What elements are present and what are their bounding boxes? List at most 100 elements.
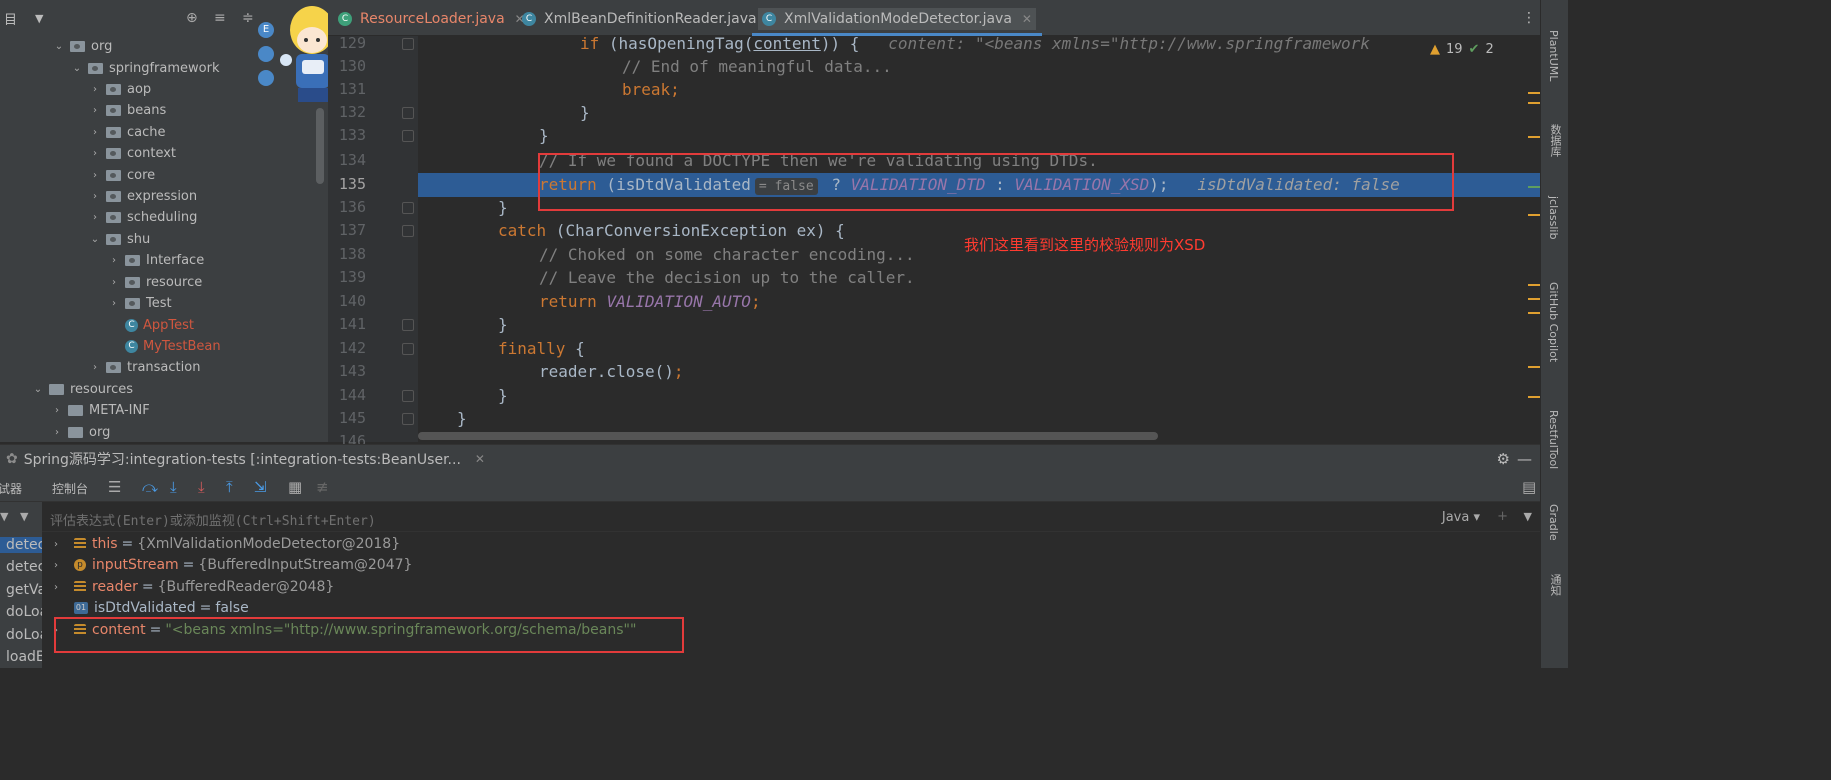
line-number[interactable]: 137	[326, 219, 366, 242]
language-select[interactable]: Java ▾	[1442, 510, 1480, 525]
chevron-right-icon[interactable]: ›	[107, 255, 121, 266]
plantuml-tool[interactable]: PlantUML	[1547, 30, 1560, 81]
chevron-right-icon[interactable]: ›	[88, 127, 102, 138]
fold-marker-icon[interactable]	[402, 130, 414, 142]
close-icon[interactable]: ✕	[1022, 12, 1032, 26]
tree-item-beans[interactable]: › beans	[88, 100, 166, 121]
database-tool[interactable]: 数据库	[1547, 124, 1563, 157]
line-number[interactable]: 129	[326, 32, 366, 55]
tab-console[interactable]: 控制台	[52, 480, 88, 497]
filter-icon[interactable]: ▼	[0, 510, 8, 523]
chevron-right-icon[interactable]: ›	[88, 191, 102, 202]
line-number[interactable]: 142	[326, 337, 366, 360]
restfultool-tool[interactable]: RestfulTool	[1547, 410, 1560, 469]
line-number[interactable]: 136	[326, 196, 366, 219]
fold-marker-icon[interactable]	[402, 390, 414, 402]
fold-marker-icon[interactable]	[402, 202, 414, 214]
chevron-right-icon[interactable]: ›	[107, 277, 121, 288]
fold-marker-icon[interactable]	[402, 319, 414, 331]
chevron-down-icon[interactable]: ▼	[20, 510, 28, 523]
more-menu-icon[interactable]: ⋮	[1522, 10, 1536, 26]
line-number[interactable]: 144	[326, 384, 366, 407]
line-number[interactable]: 141	[326, 313, 366, 336]
chevron-right-icon[interactable]: ›	[54, 582, 68, 593]
error-stripe[interactable]	[1528, 36, 1540, 442]
chevron-right-icon[interactable]: ›	[50, 405, 64, 416]
force-step-into-icon[interactable]: ⤓	[198, 478, 205, 496]
tree-item-resources[interactable]: ⌄ resources	[31, 379, 133, 400]
line-number[interactable]: 131	[326, 78, 366, 101]
chevron-right-icon[interactable]: ›	[88, 170, 102, 181]
tab-debugger[interactable]: 调试器	[0, 480, 22, 497]
tree-item-scheduling[interactable]: › scheduling	[88, 207, 197, 228]
line-number[interactable]: 133	[326, 124, 366, 147]
locate-icon[interactable]: ⊕	[186, 10, 198, 26]
fold-marker-icon[interactable]	[402, 38, 414, 50]
frame-item[interactable]: doLoa	[6, 627, 42, 643]
tree-item-cache[interactable]: › cache	[88, 122, 166, 143]
frame-item[interactable]: detec	[6, 559, 42, 575]
chevron-right-icon[interactable]: ›	[88, 84, 102, 95]
close-icon[interactable]: ✕	[475, 452, 485, 466]
tree-item-aop[interactable]: › aop	[88, 79, 151, 100]
frame-item[interactable]: doLoa	[6, 604, 42, 620]
tree-item-test[interactable]: › Test	[107, 293, 172, 314]
chevron-down-icon[interactable]: ▼	[1524, 510, 1532, 523]
frame-item[interactable]: loadB	[6, 649, 42, 665]
chevron-down-icon[interactable]: ⌄	[70, 63, 84, 74]
tree-item-shu[interactable]: ⌄ shu	[88, 229, 150, 250]
collapse-all-icon[interactable]: ≡	[214, 10, 226, 26]
frame-item[interactable]: detec	[0, 537, 42, 553]
tab-xmlvalidationmodedetector[interactable]: C XmlValidationModeDetector.java ✕	[752, 8, 1042, 36]
evaluate-input[interactable]: 评估表达式(Enter)或添加监视(Ctrl+Shift+Enter)	[50, 510, 376, 529]
chevron-right-icon[interactable]: ›	[54, 539, 68, 550]
chevron-down-icon[interactable]: ⌄	[52, 41, 66, 52]
fold-marker-icon[interactable]	[402, 413, 414, 425]
tab-xmlbeandefinitionreader[interactable]: CXmlBeanDefinitionReader.java✕	[522, 8, 777, 30]
chevron-down-icon[interactable]: ⌄	[88, 234, 102, 245]
tree-item-expression[interactable]: › expression	[88, 186, 197, 207]
tree-item-core[interactable]: › core	[88, 165, 155, 186]
tree-item-apptest[interactable]: C AppTest	[121, 315, 194, 336]
chevron-down-icon[interactable]: ▼	[35, 12, 43, 25]
project-scrollbar[interactable]	[316, 108, 324, 184]
chevron-right-icon[interactable]: ›	[54, 560, 68, 571]
chevron-right-icon[interactable]: ›	[50, 427, 64, 438]
tree-item-meta-inf[interactable]: › META-INF	[50, 400, 150, 421]
step-out-icon[interactable]: ⤒	[226, 478, 233, 496]
inspection-widget[interactable]: ▲ 19 ✔ 2	[1430, 42, 1494, 57]
settings-gear-icon[interactable]: ⚙	[1497, 450, 1510, 468]
github-copilot-tool[interactable]: GitHub Copilot	[1547, 282, 1560, 362]
restore-layout-icon[interactable]: ▤	[1522, 478, 1536, 496]
frame-item[interactable]: getVa	[6, 582, 42, 598]
tree-item-transaction[interactable]: › transaction	[88, 357, 200, 378]
variable-row[interactable]: › this = {XmlValidationModeDetector@2018}	[54, 534, 400, 554]
minimize-icon[interactable]: —	[1517, 450, 1532, 468]
step-into-icon[interactable]: ⤓	[170, 478, 177, 496]
layout-icon[interactable]: ☰	[108, 478, 121, 496]
evaluate-icon[interactable]: ▦	[288, 478, 302, 496]
notifications-tool[interactable]: 通知	[1547, 574, 1563, 596]
expand-icon[interactable]: ≑	[242, 10, 254, 26]
variable-row[interactable]: 01 isDtdValidated = false	[54, 598, 249, 618]
chevron-right-icon[interactable]: ›	[88, 148, 102, 159]
chevron-down-icon[interactable]: ⌄	[31, 384, 45, 395]
tree-item-springframework[interactable]: ⌄ springframework	[70, 58, 220, 79]
line-number[interactable]: 145	[326, 407, 366, 430]
fold-marker-icon[interactable]	[402, 107, 414, 119]
line-number[interactable]: 140	[326, 290, 366, 313]
step-over-icon[interactable]: ⤼	[142, 478, 158, 496]
run-to-cursor-icon[interactable]: ⇲	[254, 478, 267, 496]
line-number[interactable]: 134	[326, 149, 366, 172]
gradle-tool[interactable]: Gradle	[1547, 504, 1560, 541]
line-number[interactable]: 132	[326, 101, 366, 124]
chevron-right-icon[interactable]: ›	[88, 105, 102, 116]
chevron-right-icon[interactable]: ›	[88, 362, 102, 373]
tab-resourceloader[interactable]: C ResourceLoader.java ✕	[338, 8, 525, 30]
line-number[interactable]: 138	[326, 243, 366, 266]
variable-row[interactable]: › reader = {BufferedReader@2048}	[54, 577, 334, 597]
tree-item-interface[interactable]: › Interface	[107, 250, 204, 271]
trace-icon[interactable]: ≢	[316, 478, 329, 496]
add-watch-icon[interactable]: +	[1497, 509, 1508, 524]
variable-row[interactable]: › p inputStream = {BufferedInputStream@204…	[54, 555, 412, 575]
